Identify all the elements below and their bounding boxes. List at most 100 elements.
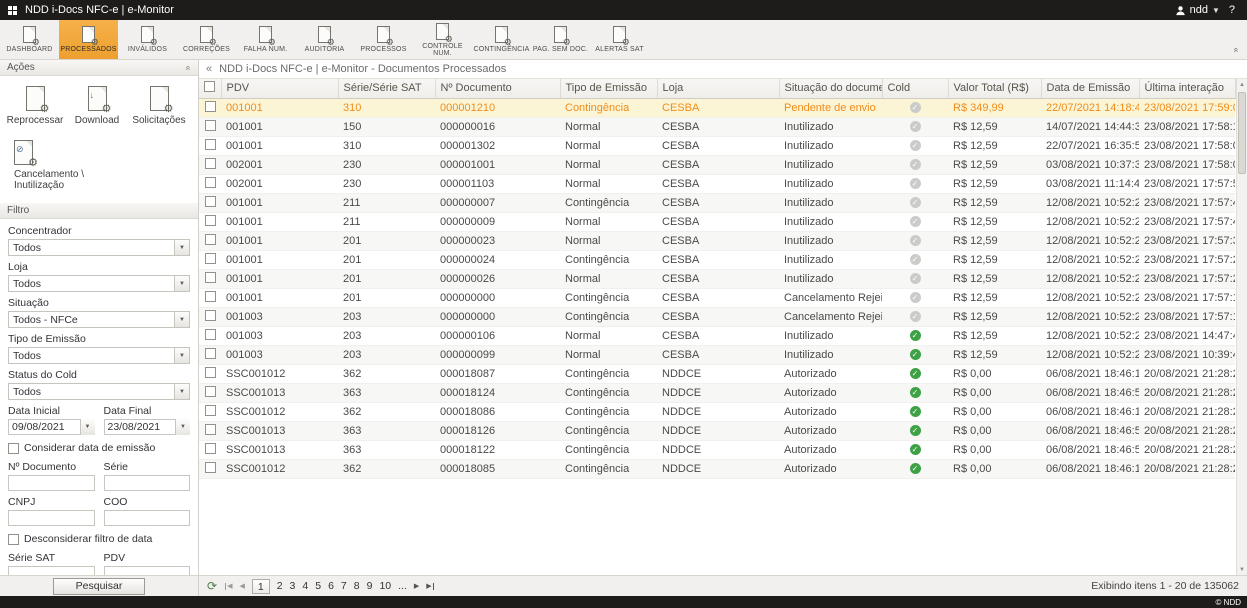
user-menu[interactable]: ndd ▼	[1175, 4, 1220, 16]
row-checkbox[interactable]	[205, 120, 216, 131]
requests-button[interactable]: ⚙ Solicitações	[128, 83, 190, 129]
ignore-date-filter-checkbox-row[interactable]: Desconsiderar filtro de data	[8, 533, 190, 545]
ignore-date-filter-checkbox[interactable]	[8, 534, 19, 545]
ribbon-tab-correcoes[interactable]: ⚙CORREÇÕES	[177, 20, 236, 59]
table-row[interactable]: 001001201000000026NormalCESBAInutilizado…	[199, 269, 1235, 288]
document-number-input[interactable]	[8, 475, 95, 491]
collapse-ribbon-icon[interactable]: «	[1234, 45, 1239, 55]
row-checkbox[interactable]	[205, 348, 216, 359]
scrollbar-thumb[interactable]	[1238, 92, 1246, 174]
page-button-4[interactable]: 4	[302, 580, 308, 592]
calendar-dropdown-icon[interactable]: ▼	[175, 419, 190, 435]
cnpj-input[interactable]	[8, 510, 95, 526]
table-row[interactable]: SSC001013363000018124ContingênciaNDDCEAu…	[199, 383, 1235, 402]
table-row[interactable]: 001001150000000016NormalCESBAInutilizado…	[199, 117, 1235, 136]
row-checkbox[interactable]	[205, 329, 216, 340]
concentrator-select[interactable]: Todos ▼	[8, 239, 190, 256]
ribbon-tab-alertas-sat[interactable]: ⚙ALERTAS SAT	[590, 20, 649, 59]
row-checkbox[interactable]	[205, 101, 216, 112]
search-button[interactable]: Pesquisar	[53, 578, 145, 595]
row-checkbox[interactable]	[205, 367, 216, 378]
row-checkbox[interactable]	[205, 443, 216, 454]
table-row[interactable]: 001003203000000000ContingênciaCESBACance…	[199, 307, 1235, 326]
consider-emission-date-checkbox[interactable]	[8, 443, 19, 454]
ribbon-tab-contingencia[interactable]: ⚙CONTINGÊNCIA	[472, 20, 531, 59]
consider-emission-date-checkbox-row[interactable]: Considerar data de emissão	[8, 442, 190, 454]
table-row[interactable]: 002001230000001001NormalCESBAInutilizado…	[199, 155, 1235, 174]
row-checkbox[interactable]	[205, 272, 216, 283]
column-header-loja[interactable]: Loja	[657, 79, 779, 98]
cancel-invalidate-button[interactable]: ⊘⚙ Cancelamento \ Inutilização	[4, 137, 100, 194]
column-header-serie-sat[interactable]: Série/Série SAT	[338, 79, 435, 98]
row-checkbox[interactable]	[205, 424, 216, 435]
page-button-2[interactable]: 2	[277, 580, 283, 592]
row-checkbox[interactable]	[205, 139, 216, 150]
row-checkbox[interactable]	[205, 405, 216, 416]
scroll-down-icon[interactable]: ▼	[1237, 564, 1247, 575]
column-header-pdv[interactable]: PDV	[221, 79, 338, 98]
column-header-num-documento[interactable]: Nº Documento	[435, 79, 560, 98]
column-header-ultima-interacao[interactable]: Última interação	[1139, 79, 1235, 98]
column-header-cold[interactable]: Cold	[882, 79, 948, 98]
column-header-situacao[interactable]: Situação do documento	[779, 79, 882, 98]
select-all-checkbox[interactable]	[204, 81, 215, 92]
table-row[interactable]: 001001310000001210ContingênciaCESBAPende…	[199, 98, 1235, 117]
page-button-5[interactable]: 5	[315, 580, 321, 592]
last-page-button[interactable]: ▶	[426, 582, 434, 590]
table-row[interactable]: 001001211000000009NormalCESBAInutilizado…	[199, 212, 1235, 231]
refresh-icon[interactable]: ⟳	[207, 580, 217, 592]
page-button-6[interactable]: 6	[328, 580, 334, 592]
cold-status-select[interactable]: Todos ▼	[8, 383, 190, 400]
row-checkbox[interactable]	[205, 234, 216, 245]
coo-input[interactable]	[104, 510, 191, 526]
ribbon-tab-falha-num[interactable]: ⚙FALHA NUM.	[236, 20, 295, 59]
row-checkbox[interactable]	[205, 462, 216, 473]
previous-page-button[interactable]: ◀	[239, 582, 244, 590]
ribbon-tab-controle-num[interactable]: ⚙CONTROLE NUM.	[413, 20, 472, 59]
page-button-7[interactable]: 7	[341, 580, 347, 592]
row-checkbox[interactable]	[205, 215, 216, 226]
reprocess-button[interactable]: ⚙ Reprocessar	[4, 83, 66, 129]
ribbon-tab-processos[interactable]: ⚙PROCESSOS	[354, 20, 413, 59]
column-header-data-emissao[interactable]: Data de Emissão	[1041, 79, 1139, 98]
table-row[interactable]: 001001211000000007ContingênciaCESBAInuti…	[199, 193, 1235, 212]
table-row[interactable]: 001003203000000099NormalCESBAInutilizado…	[199, 345, 1235, 364]
table-row[interactable]: SSC001012362000018086ContingênciaNDDCEAu…	[199, 402, 1235, 421]
page-button-9[interactable]: 9	[367, 580, 373, 592]
app-grid-icon[interactable]	[8, 6, 17, 15]
calendar-dropdown-icon[interactable]: ▼	[80, 419, 95, 435]
page-button-8[interactable]: 8	[354, 580, 360, 592]
first-page-button[interactable]: ◀	[224, 582, 232, 590]
page-button-1[interactable]: 1	[252, 579, 270, 594]
page-button-3[interactable]: 3	[290, 580, 296, 592]
next-page-button[interactable]: ▶	[414, 582, 419, 590]
collapse-sidebar-icon[interactable]: «	[206, 63, 212, 75]
row-checkbox[interactable]	[205, 196, 216, 207]
table-row[interactable]: 001001201000000024ContingênciaCESBAInuti…	[199, 250, 1235, 269]
column-header-valor-total[interactable]: Valor Total (R$)	[948, 79, 1041, 98]
ribbon-tab-pag-sem-doc[interactable]: ⚙PAG. SEM DOC.	[531, 20, 590, 59]
table-row[interactable]: 001001201000000023NormalCESBAInutilizado…	[199, 231, 1235, 250]
page-button-10[interactable]: 10	[379, 580, 391, 592]
table-row[interactable]: 001001201000000000ContingênciaCESBACance…	[199, 288, 1235, 307]
store-select[interactable]: Todos ▼	[8, 275, 190, 292]
row-checkbox[interactable]	[205, 177, 216, 188]
serie-input[interactable]	[104, 475, 191, 491]
table-row[interactable]: 001003203000000106NormalCESBAInutilizado…	[199, 326, 1235, 345]
table-row[interactable]: SSC001012362000018085ContingênciaNDDCEAu…	[199, 459, 1235, 478]
help-button[interactable]: ?	[1225, 4, 1239, 16]
pdv-input[interactable]	[104, 566, 191, 575]
collapse-actions-icon[interactable]: «	[183, 65, 193, 70]
ribbon-tab-dashboard[interactable]: ⚙DASHBOARD	[0, 20, 59, 59]
table-row[interactable]: 001001310000001302NormalCESBAInutilizado…	[199, 136, 1235, 155]
row-checkbox[interactable]	[205, 386, 216, 397]
emission-type-select[interactable]: Todos ▼	[8, 347, 190, 364]
ribbon-tab-processados[interactable]: ⚙PROCESSADOS	[59, 20, 118, 59]
table-row[interactable]: SSC001013363000018126ContingênciaNDDCEAu…	[199, 421, 1235, 440]
ribbon-tab-auditoria[interactable]: ⚙AUDITORIA	[295, 20, 354, 59]
download-button[interactable]: ↓⚙ Download	[66, 83, 128, 129]
table-row[interactable]: 002001230000001103NormalCESBAInutilizado…	[199, 174, 1235, 193]
row-checkbox[interactable]	[205, 253, 216, 264]
row-checkbox[interactable]	[205, 158, 216, 169]
table-row[interactable]: SSC001013363000018122ContingênciaNDDCEAu…	[199, 440, 1235, 459]
